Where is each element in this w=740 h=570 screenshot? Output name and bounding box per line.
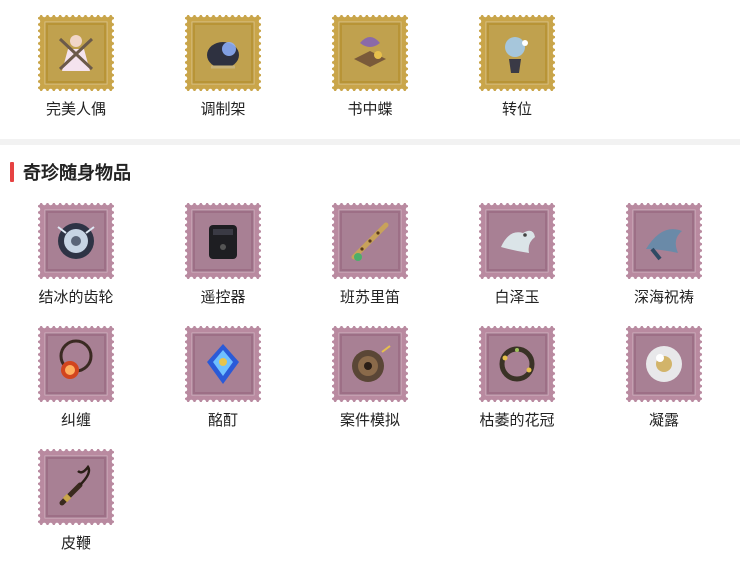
frozen-gear-icon [38, 203, 114, 279]
item-card[interactable]: 书中蝶 [310, 15, 430, 130]
item-label: 转位 [501, 101, 532, 118]
item-label: 案件模拟 [339, 412, 400, 429]
section-header: 奇珍随身物品 [10, 160, 131, 184]
item-card[interactable]: 皮鞭 [16, 449, 136, 564]
item-card[interactable]: 凝露 [604, 326, 724, 441]
item-card[interactable]: 枯萎的花冠 [457, 326, 577, 441]
item-label: 皮鞭 [60, 535, 91, 552]
blue-gem-icon [185, 326, 261, 402]
section-accent-bar [10, 162, 14, 182]
remote-control-icon [185, 203, 261, 279]
item-label: 酩酊 [207, 412, 238, 429]
item-label: 凝露 [648, 412, 679, 429]
withered-wreath-icon [479, 326, 555, 402]
item-label: 书中蝶 [347, 101, 393, 118]
item-label: 遥控器 [200, 289, 246, 306]
bansuri-flute-icon [332, 203, 408, 279]
deep-sea-prayer-icon [626, 203, 702, 279]
section-divider [0, 139, 740, 145]
item-card[interactable]: 深海祝祷 [604, 203, 724, 318]
dew-pearl-icon [626, 326, 702, 402]
item-card[interactable]: 酩酊 [163, 326, 283, 441]
item-label: 纠缠 [60, 412, 91, 429]
item-label: 调制架 [200, 101, 246, 118]
item-card[interactable]: 班苏里笛 [310, 203, 430, 318]
baize-jade-icon [479, 203, 555, 279]
spinning-top-icon [332, 326, 408, 402]
item-card[interactable]: 调制架 [163, 15, 283, 130]
item-card[interactable]: 白泽玉 [457, 203, 577, 318]
item-label: 班苏里笛 [339, 289, 400, 306]
item-card[interactable]: 完美人偶 [16, 15, 136, 130]
item-card[interactable]: 纠缠 [16, 326, 136, 441]
item-card[interactable]: 结冰的齿轮 [16, 203, 136, 318]
whip-icon [38, 449, 114, 525]
section-title: 奇珍随身物品 [23, 163, 131, 183]
ballerina-doll-icon [38, 15, 114, 91]
item-label: 枯萎的花冠 [479, 412, 555, 429]
item-label: 深海祝祷 [633, 289, 694, 306]
item-label: 白泽玉 [494, 289, 540, 306]
transposition-icon [479, 15, 555, 91]
item-card[interactable]: 遥控器 [163, 203, 283, 318]
mixing-stand-icon [185, 15, 261, 91]
item-card[interactable]: 转位 [457, 15, 577, 130]
entangle-pendant-icon [38, 326, 114, 402]
book-butterfly-icon [332, 15, 408, 91]
item-label: 结冰的齿轮 [38, 289, 114, 306]
item-label: 完美人偶 [45, 101, 106, 118]
item-card[interactable]: 案件模拟 [310, 326, 430, 441]
